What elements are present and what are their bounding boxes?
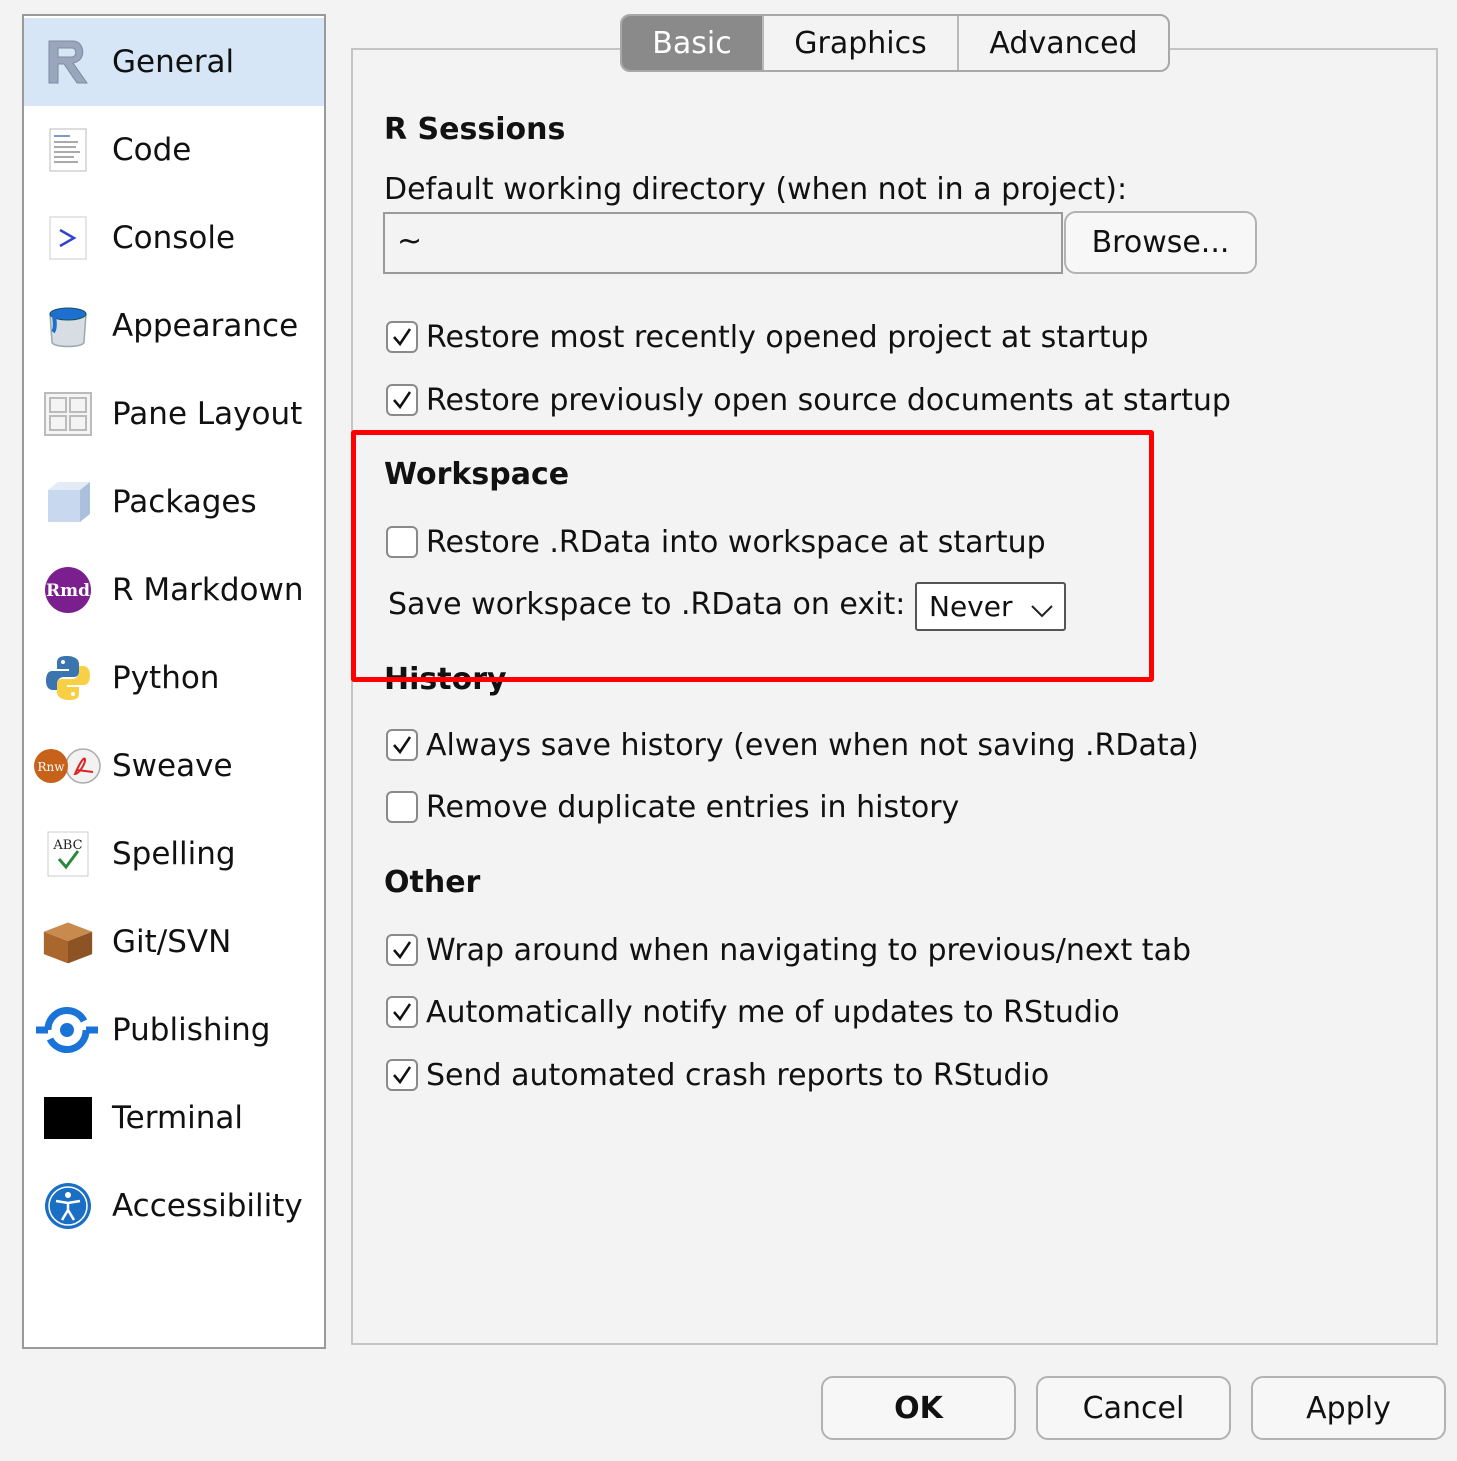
sidebar-item-label: Python — [112, 660, 220, 696]
remove-duplicates-label: Remove duplicate entries in history — [426, 789, 960, 825]
notify-updates-option[interactable]: Automatically notify me of updates to RS… — [386, 992, 1120, 1032]
always-save-history-checkbox[interactable] — [386, 729, 418, 761]
restore-project-option[interactable]: Restore most recently opened project at … — [386, 317, 1149, 357]
sidebar-item-general[interactable]: General — [24, 18, 324, 106]
section-title-history: History — [384, 662, 507, 697]
sidebar-item-label: Appearance — [112, 308, 299, 344]
sidebar-item-sweave[interactable]: Rnw Sweave — [24, 722, 324, 810]
section-title-workspace: Workspace — [384, 457, 570, 492]
sidebar-item-label: Code — [112, 132, 192, 168]
crash-reports-label: Send automated crash reports to RStudio — [426, 1057, 1050, 1093]
sidebar-item-label: R Markdown — [112, 572, 304, 608]
git-box-icon — [42, 916, 94, 968]
sidebar-item-appearance[interactable]: Appearance — [24, 282, 324, 370]
code-file-icon — [42, 124, 94, 176]
pane-grid-icon — [42, 388, 94, 440]
sidebar-item-console[interactable]: Console — [24, 194, 324, 282]
tab-graphics[interactable]: Graphics — [764, 16, 959, 70]
restore-rdata-option[interactable]: Restore .RData into workspace at startup — [386, 522, 1046, 562]
restore-docs-checkbox[interactable] — [386, 384, 418, 416]
crash-reports-checkbox[interactable] — [386, 1059, 418, 1091]
working-directory-field[interactable]: ~ — [383, 212, 1063, 274]
sidebar-item-label: Accessibility — [112, 1188, 303, 1224]
sidebar-item-r-markdown[interactable]: Rmd R Markdown — [24, 546, 324, 634]
section-title-other: Other — [384, 865, 481, 900]
paint-bucket-icon — [42, 300, 94, 352]
wrap-tabs-checkbox[interactable] — [386, 934, 418, 966]
accessibility-icon — [42, 1180, 94, 1232]
svg-text:Rmd: Rmd — [46, 581, 90, 601]
crash-reports-option[interactable]: Send automated crash reports to RStudio — [386, 1055, 1049, 1095]
save-workspace-select[interactable]: Never — [915, 582, 1066, 631]
python-icon — [42, 652, 94, 704]
tab-basic[interactable]: Basic — [622, 16, 764, 70]
restore-project-label: Restore most recently opened project at … — [426, 319, 1149, 355]
sweave-icon: Rnw — [32, 740, 102, 792]
rmd-icon: Rmd — [42, 564, 94, 616]
restore-docs-option[interactable]: Restore previously open source documents… — [386, 380, 1231, 420]
save-workspace-label: Save workspace to .RData on exit: — [388, 587, 906, 622]
cancel-button[interactable]: Cancel — [1036, 1376, 1231, 1440]
notify-updates-label: Automatically notify me of updates to RS… — [426, 994, 1120, 1030]
tab-bar: Basic Graphics Advanced — [620, 14, 1170, 72]
sidebar-item-terminal[interactable]: Terminal — [24, 1074, 324, 1162]
terminal-icon — [42, 1092, 94, 1144]
spelling-abc-icon: ABC — [42, 828, 94, 880]
r-logo-icon — [42, 36, 94, 88]
sidebar-item-label: Pane Layout — [112, 396, 303, 432]
restore-project-checkbox[interactable] — [386, 321, 418, 353]
wrap-tabs-label: Wrap around when navigating to previous/… — [426, 932, 1191, 968]
restore-rdata-checkbox[interactable] — [386, 526, 418, 558]
svg-text:ABC: ABC — [52, 838, 82, 853]
package-cube-icon — [42, 476, 94, 528]
sidebar-item-publishing[interactable]: Publishing — [24, 986, 324, 1074]
sidebar-item-label: Sweave — [112, 748, 233, 784]
restore-rdata-label: Restore .RData into workspace at startup — [426, 524, 1046, 560]
sidebar-item-spelling[interactable]: ABC Spelling — [24, 810, 324, 898]
sidebar-item-accessibility[interactable]: Accessibility — [24, 1162, 324, 1250]
browse-button[interactable]: Browse... — [1064, 211, 1257, 274]
console-prompt-icon — [42, 212, 94, 264]
category-sidebar: General Code Console Appearance Pane Lay… — [22, 14, 326, 1349]
apply-button[interactable]: Apply — [1251, 1376, 1446, 1440]
remove-duplicates-option[interactable]: Remove duplicate entries in history — [386, 787, 959, 827]
chevron-down-icon — [1030, 596, 1054, 629]
restore-docs-label: Restore previously open source documents… — [426, 382, 1231, 418]
sidebar-item-label: Git/SVN — [112, 924, 232, 960]
remove-duplicates-checkbox[interactable] — [386, 791, 418, 823]
sidebar-item-label: Terminal — [112, 1100, 244, 1136]
sidebar-item-label: Publishing — [112, 1012, 271, 1048]
tab-advanced[interactable]: Advanced — [959, 16, 1168, 70]
sidebar-item-label: Packages — [112, 484, 257, 520]
sidebar-item-code[interactable]: Code — [24, 106, 324, 194]
sidebar-item-git-svn[interactable]: Git/SVN — [24, 898, 324, 986]
ok-button[interactable]: OK — [821, 1376, 1016, 1440]
sidebar-item-python[interactable]: Python — [24, 634, 324, 722]
publishing-icon — [34, 1004, 100, 1056]
sidebar-item-pane-layout[interactable]: Pane Layout — [24, 370, 324, 458]
sidebar-item-label: Console — [112, 220, 236, 256]
sidebar-item-label: General — [112, 44, 235, 80]
save-workspace-value: Never — [929, 590, 1013, 623]
notify-updates-checkbox[interactable] — [386, 996, 418, 1028]
wrap-tabs-option[interactable]: Wrap around when navigating to previous/… — [386, 930, 1191, 970]
always-save-history-option[interactable]: Always save history (even when not savin… — [386, 725, 1199, 765]
working-directory-label: Default working directory (when not in a… — [384, 172, 1128, 207]
always-save-history-label: Always save history (even when not savin… — [426, 727, 1199, 763]
sidebar-item-label: Spelling — [112, 836, 236, 872]
svg-text:Rnw: Rnw — [37, 760, 65, 774]
section-title-r-sessions: R Sessions — [384, 112, 566, 147]
sidebar-item-packages[interactable]: Packages — [24, 458, 324, 546]
